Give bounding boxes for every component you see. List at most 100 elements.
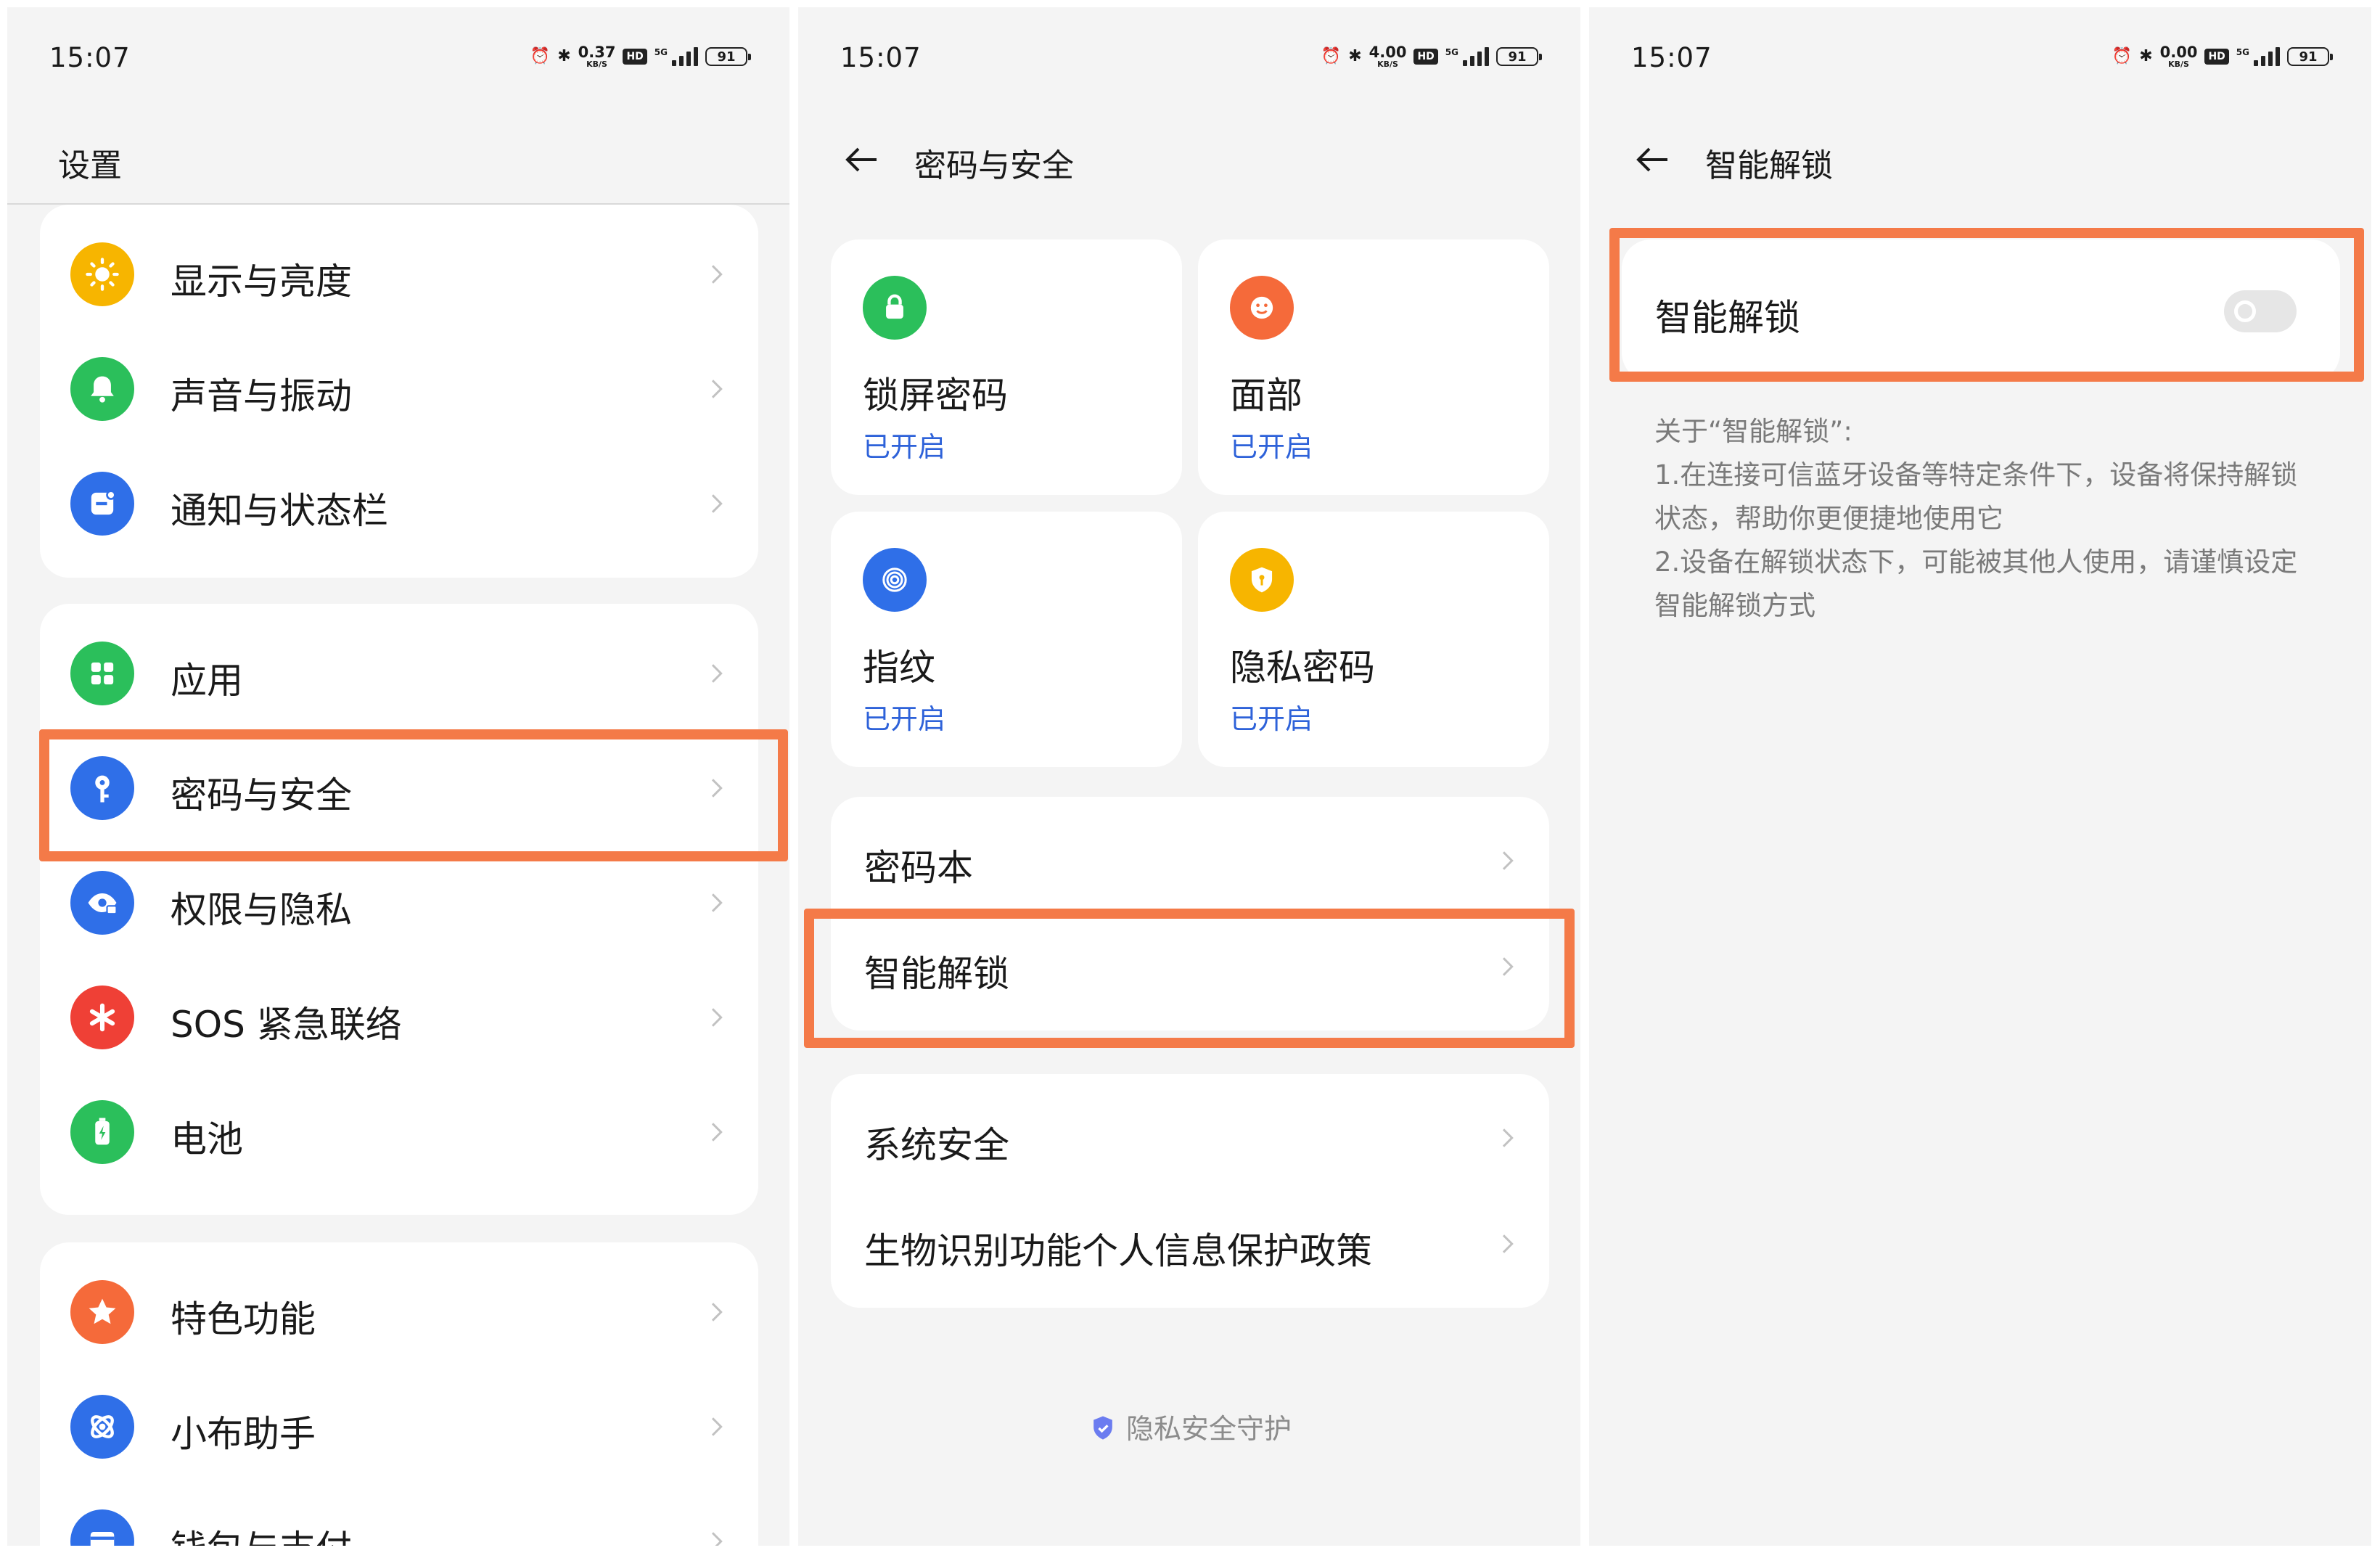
list-item-label: 生物识别功能个人信息保护政策 [864,1230,1372,1272]
list-item-password-book[interactable]: 密码本 [831,807,1549,913]
list-item-label: 系统安全 [864,1124,1009,1166]
settings-item-assistant[interactable]: 小布助手 [40,1373,758,1482]
smart-unlock-screen: 15:07 ⏰ ✱ 0.00 KB/S HD 5G 91 智能解锁 智能解锁 关于… [1589,7,2371,1546]
chevron-right-icon [702,374,731,403]
settings-item-label: 特色功能 [171,1298,316,1340]
status-time: 15:07 [840,42,922,73]
settings-item-label: 通知与状态栏 [171,490,388,532]
chevron-right-icon [702,1298,731,1327]
settings-item-battery[interactable]: 电池 [40,1078,758,1187]
highlight-box [39,729,788,861]
assistant-icon [70,1395,134,1459]
settings-item-label: 显示与亮度 [171,261,352,303]
chevron-right-icon [702,1003,731,1032]
status-bar: 15:07 ⏰ ✱ 0.00 KB/S HD 5G 91 [1631,42,2333,80]
battery-icon [70,1100,134,1164]
status-time: 15:07 [1631,42,1712,73]
hd-badge: HD [1413,49,1438,65]
page-header: 智能解锁 [1589,116,2371,203]
signal-icon: 5G [1445,47,1489,66]
settings-group-2: 应用 密码与安全 权限与隐私 SOS 紧急联络 电池 [40,604,758,1215]
settings-item-label: 权限与隐私 [171,889,352,931]
alarm-icon: ⏰ [1321,47,1342,65]
tile-title: 锁屏密码 [863,374,1008,417]
chevron-right-icon [702,659,731,688]
apps-grid-icon [70,642,134,705]
list-item-label: 密码本 [864,847,973,889]
face-icon [1230,276,1294,340]
hd-badge: HD [623,49,647,65]
tile-face[interactable]: 面部 已开启 [1198,239,1549,495]
settings-item-label: 电池 [171,1118,243,1160]
smart-unlock-description: 关于“智能解锁”: 1.在连接可信蓝牙设备等特定条件下，设备将保持解锁状态，帮助… [1654,410,2322,628]
settings-item-privacy[interactable]: 权限与隐私 [40,849,758,958]
hd-badge: HD [2204,49,2229,65]
signal-icon: 5G [654,47,698,66]
page-header: 密码与安全 [798,116,1580,203]
settings-group-1: 显示与亮度 声音与振动 通知与状态栏 [40,205,758,578]
screenshot-collage: 15:07 ⏰ ✱ 0.37 KB/S HD 5G 91 设置 显示与亮度 声音… [0,0,2380,1553]
chevron-right-icon [702,1412,731,1441]
settings-item-label: 应用 [171,660,243,702]
description-line: 1.在连接可信蓝牙设备等特定条件下，设备将保持解锁状态，帮助你更便捷地使用它 [1654,459,2298,534]
tile-privacy-password[interactable]: 隐私密码 已开启 [1198,512,1549,767]
signal-icon: 5G [2236,47,2280,66]
settings-item-sos[interactable]: SOS 紧急联络 [40,964,758,1073]
highlight-box [804,909,1575,1048]
settings-group-3: 特色功能 小布助手 钱包与支付 [40,1242,758,1546]
chevron-right-icon [702,888,731,917]
security-list-2: 系统安全 生物识别功能个人信息保护政策 [831,1074,1549,1308]
bluetooth-icon: ✱ [557,47,571,65]
chevron-right-icon [702,489,731,518]
settings-item-label: SOS 紧急联络 [171,1004,402,1046]
settings-item-display[interactable]: 显示与亮度 [40,221,758,329]
tile-fingerprint[interactable]: 指纹 已开启 [831,512,1182,767]
tile-title: 面部 [1230,374,1302,417]
settings-item-sound[interactable]: 声音与振动 [40,335,758,444]
alarm-icon: ⏰ [530,47,551,65]
sun-icon [70,242,134,306]
back-arrow-icon[interactable] [1631,138,1675,181]
status-time: 15:07 [49,42,131,73]
privacy-shield-icon [1230,548,1294,612]
page-header: 设置 [7,116,789,203]
alarm-icon: ⏰ [2112,47,2133,65]
shield-icon [1093,1416,1112,1440]
tile-status: 已开启 [1230,703,1313,735]
tile-title: 隐私密码 [1230,647,1375,689]
battery-level: 91 [2287,47,2333,66]
settings-item-features[interactable]: 特色功能 [40,1258,758,1367]
list-item-biometric-policy[interactable]: 生物识别功能个人信息保护政策 [831,1190,1549,1296]
description-line: 关于“智能解锁”: [1654,416,1852,447]
page-title: 设置 [58,147,122,184]
bluetooth-icon: ✱ [1348,47,1362,65]
wallet-icon [70,1509,134,1546]
privacy-guard-footer: 隐私安全守护 [798,1406,1580,1446]
network-speed: 0.37 KB/S [578,44,616,69]
settings-item-wallet[interactable]: 钱包与支付 [40,1488,758,1546]
bluetooth-icon: ✱ [2139,47,2153,65]
list-item-system-security[interactable]: 系统安全 [831,1084,1549,1190]
page-title: 密码与安全 [914,147,1074,184]
chevron-right-icon [702,1118,731,1147]
chevron-right-icon [1493,846,1522,875]
chevron-right-icon [702,1527,731,1546]
tile-lock-screen-password[interactable]: 锁屏密码 已开启 [831,239,1182,495]
notification-icon [70,472,134,536]
chevron-right-icon [702,260,731,289]
settings-item-apps[interactable]: 应用 [40,620,758,729]
privacy-eye-icon [70,871,134,935]
sos-asterisk-icon [70,986,134,1049]
status-bar: 15:07 ⏰ ✱ 0.37 KB/S HD 5G 91 [49,42,751,80]
battery-level: 91 [705,47,751,66]
back-arrow-icon[interactable] [840,138,884,181]
network-speed: 4.00 KB/S [1368,44,1407,69]
settings-screen: 15:07 ⏰ ✱ 0.37 KB/S HD 5G 91 设置 显示与亮度 声音… [7,7,789,1546]
settings-item-notifications[interactable]: 通知与状态栏 [40,450,758,559]
page-title: 智能解锁 [1705,147,1833,184]
battery-level: 91 [1496,47,1542,66]
chevron-right-icon [1493,1229,1522,1258]
fingerprint-icon [863,548,927,612]
tile-status: 已开启 [863,431,946,463]
description-line: 2.设备在解锁状态下，可能被其他人使用，请谨慎设定智能解锁方式 [1654,546,2298,621]
